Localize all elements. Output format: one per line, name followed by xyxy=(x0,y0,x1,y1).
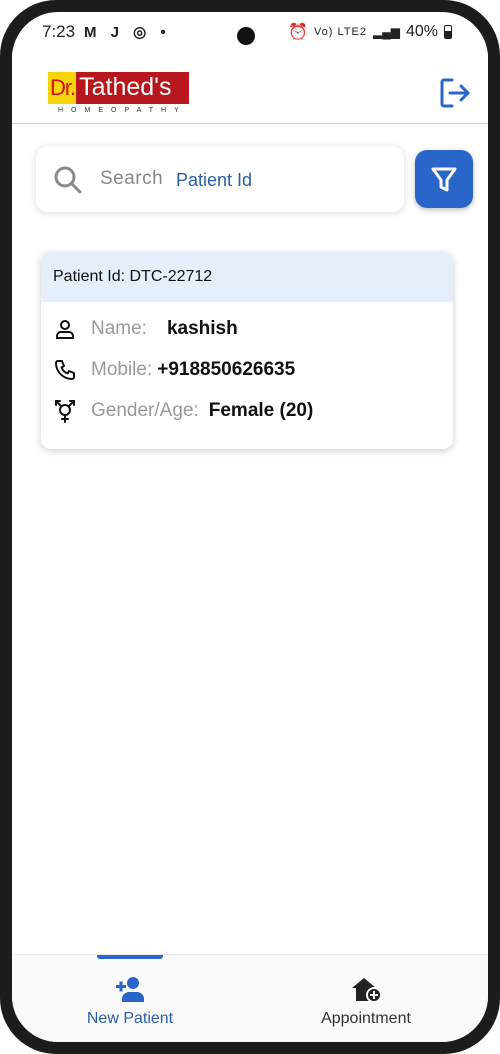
logo-subtitle: HOMEOPATHY xyxy=(58,107,187,114)
gender-icon xyxy=(55,400,75,423)
patient-gender-row: Gender/Age: Female (20) xyxy=(53,396,313,426)
nav-new-patient-label: New Patient xyxy=(86,1010,174,1027)
notification-icons: M J ◎ • xyxy=(84,24,171,41)
search-input[interactable]: Search Patient Id xyxy=(36,146,404,212)
search-placeholder: Patient Id xyxy=(176,170,253,190)
phone-frame: 7:23 M J ◎ • ⏰ Vo) LTE2 ▂▄▆ 40% Dr. Tath… xyxy=(0,0,500,1054)
patient-name-row: Name: kashish xyxy=(53,314,238,344)
brand-logo: Dr. Tathed's HOMEOPATHY xyxy=(48,72,200,118)
status-right: ⏰ Vo) LTE2 ▂▄▆ 40% xyxy=(288,22,452,42)
filter-button[interactable] xyxy=(415,150,473,208)
logo-name: Tathed's xyxy=(76,72,190,104)
app-screen: 7:23 M J ◎ • ⏰ Vo) LTE2 ▂▄▆ 40% Dr. Tath… xyxy=(12,12,488,1042)
add-person-icon xyxy=(116,977,144,1002)
filter-icon xyxy=(431,167,457,192)
status-time: 7:23 xyxy=(42,22,76,41)
battery-level: 40% xyxy=(405,23,438,40)
alarm-icon: ⏰ xyxy=(288,24,308,41)
gender-value: Female (20) xyxy=(208,400,314,421)
bottom-navigation: New Patient Appointment xyxy=(12,954,488,1042)
app-header: Dr. Tathed's HOMEOPATHY xyxy=(12,52,488,124)
logout-button[interactable] xyxy=(438,76,472,110)
nav-appointment-label: Appointment xyxy=(321,1010,411,1027)
name-value: kashish xyxy=(166,318,238,339)
logo-dr: Dr. xyxy=(48,72,76,104)
nav-new-patient[interactable]: New Patient xyxy=(62,955,198,1042)
nav-appointment[interactable]: Appointment xyxy=(298,955,434,1042)
camera-cutout xyxy=(237,27,255,45)
home-add-icon xyxy=(352,978,382,1003)
gender-label: Gender/Age: xyxy=(91,400,199,421)
search-label: Search xyxy=(100,168,164,189)
logout-icon xyxy=(440,78,470,108)
name-label: Name: xyxy=(91,318,147,339)
patient-card[interactable]: Patient Id: DTC-22712 Name: kashish Mobi… xyxy=(41,252,453,449)
phone-icon xyxy=(55,360,75,380)
person-icon xyxy=(56,320,74,339)
patient-id: Patient Id: DTC-22712 xyxy=(41,252,453,302)
status-bar: 7:23 M J ◎ • ⏰ Vo) LTE2 ▂▄▆ 40% xyxy=(12,12,488,52)
patient-mobile-row: Mobile: +918850626635 xyxy=(53,355,295,385)
mobile-label: Mobile: xyxy=(91,359,153,380)
signal-icon: ▂▄▆ xyxy=(373,25,400,39)
search-icon xyxy=(54,166,82,194)
mobile-value: +918850626635 xyxy=(157,359,296,380)
network-indicator: Vo) LTE2 xyxy=(313,26,367,38)
battery-icon xyxy=(444,25,452,39)
